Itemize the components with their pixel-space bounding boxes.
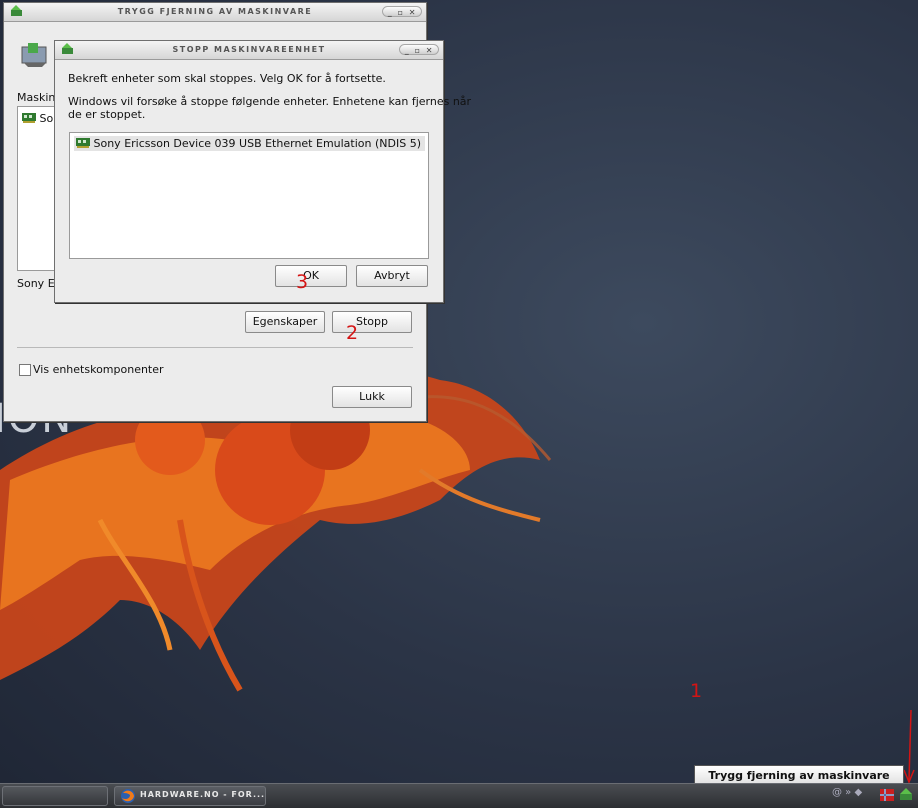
window-controls[interactable]: _ ▫ ✕ [399,44,439,55]
confirm-text: Bekreft enheter som skal stoppes. Velg O… [68,72,386,85]
safely-remove-tray-icon[interactable] [899,788,913,805]
device-caption: Sony Er [17,277,60,290]
annotation-3: 3 [296,271,309,293]
list-item[interactable]: So [22,112,53,125]
annotation-1: 1 [690,680,703,702]
properties-button[interactable]: Egenskaper [245,311,325,333]
annotation-2: 2 [346,322,359,344]
device-list[interactable]: So [17,106,59,271]
info-line-1: Windows vil forsøke å stoppe følgende en… [68,95,472,108]
window-title: TRYGG FJERNING AV MASKINVARE [117,7,313,16]
language-flag-icon[interactable] [880,789,894,804]
device-list[interactable]: Sony Ericsson Device 039 USB Ethernet Em… [69,132,429,259]
list-item[interactable]: Sony Ericsson Device 039 USB Ethernet Em… [74,136,425,151]
cancel-button[interactable]: Avbryt [356,265,428,287]
network-card-icon [22,113,36,123]
safely-remove-icon [10,5,23,18]
tray-icons[interactable]: @ » ◆ [832,787,862,798]
stop-hardware-device-dialog: STOPP MASKINVAREENHET _ ▫ ✕ Bekreft enhe… [54,40,471,303]
quicklaunch-area[interactable] [2,786,108,806]
title-bar[interactable]: TRYGG FJERNING AV MASKINVARE _ ▫ ✕ [4,3,426,22]
divider [17,347,413,348]
network-card-icon [76,138,90,148]
window-controls[interactable]: _ ▫ ✕ [382,6,422,17]
hardware-eject-icon [20,39,50,72]
task-label: HARDWARE.NO - FOR... [140,790,266,799]
show-components-label: Vis enhetskomponenter [33,363,164,376]
show-components-checkbox[interactable] [19,364,31,376]
ok-button[interactable]: OK [275,265,347,287]
title-bar[interactable]: STOPP MASKINVAREENHET _ ▫ ✕ [55,41,443,60]
taskbar: HARDWARE.NO - FOR... @ » ◆ [0,783,918,808]
info-line-2: de er stoppet. [68,108,146,121]
stop-button[interactable]: Stopp [332,311,412,333]
close-button[interactable]: Lukk [332,386,412,408]
safely-remove-icon [61,43,74,56]
firefox-icon [120,788,136,807]
task-firefox[interactable]: HARDWARE.NO - FOR... [114,786,266,806]
dialog-title: STOPP MASKINVAREENHET [172,45,326,54]
